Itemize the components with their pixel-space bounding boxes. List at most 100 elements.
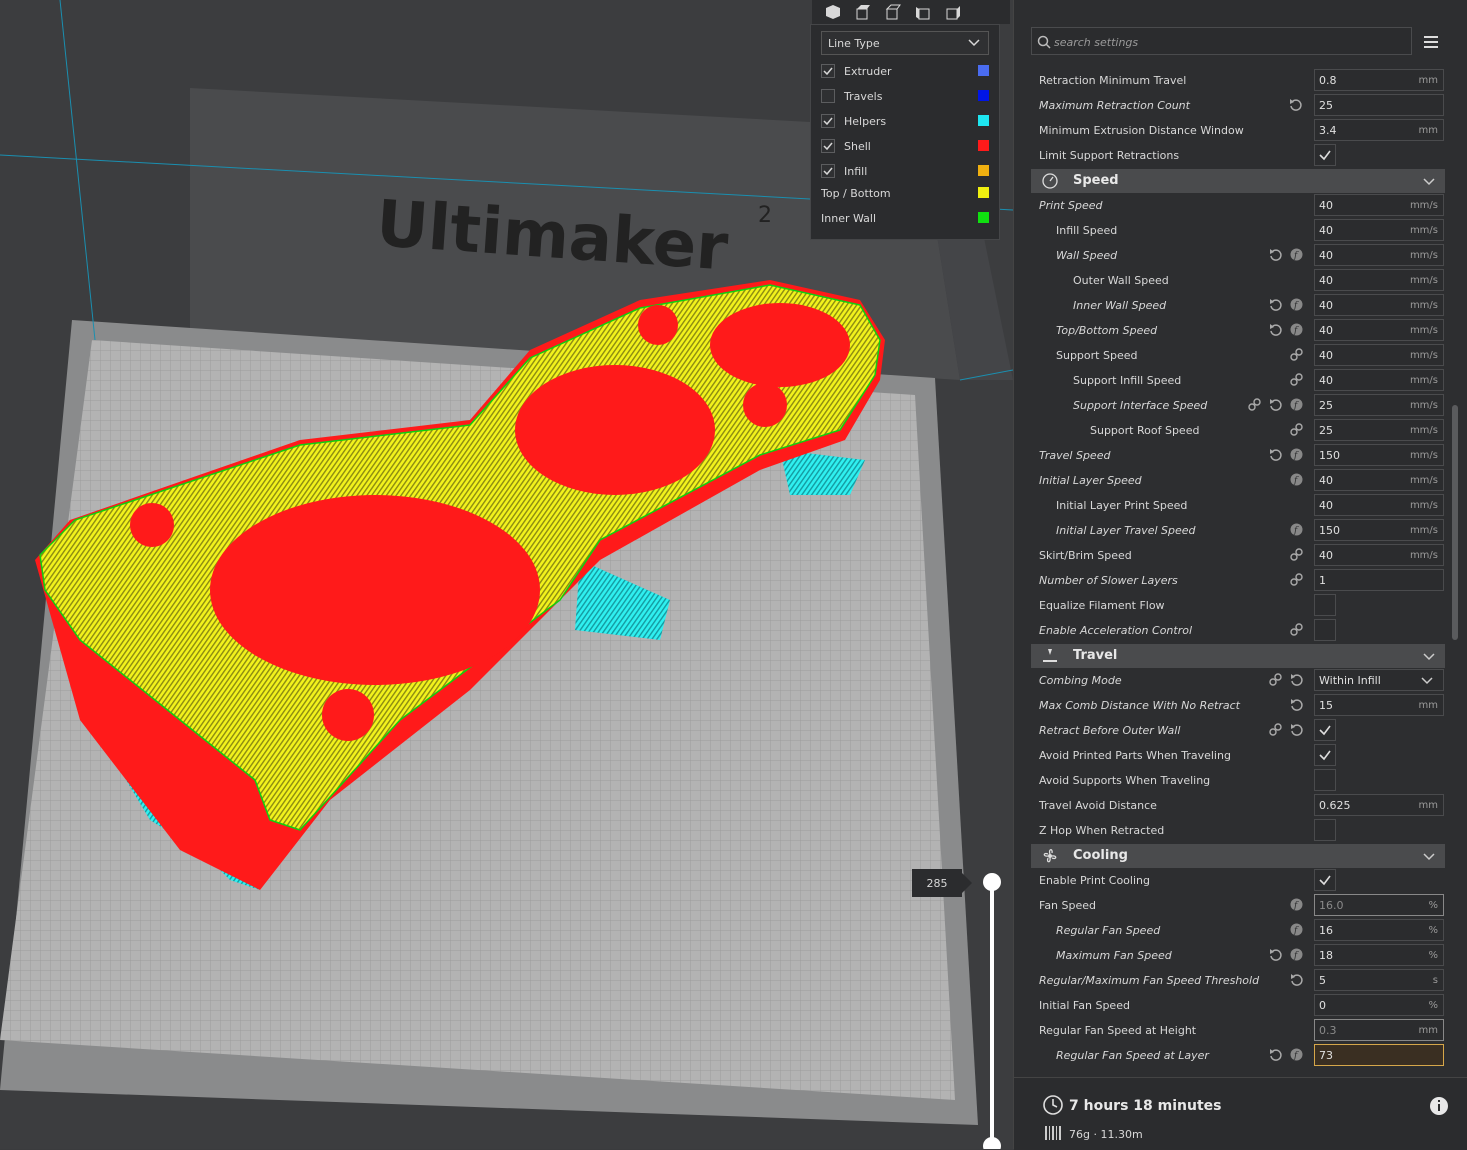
- link-icon[interactable]: [1290, 573, 1303, 589]
- avoid-supports-checkbox[interactable]: [1314, 769, 1336, 791]
- legend-item-helpers[interactable]: Helpers: [821, 111, 991, 131]
- min-extrusion-window-field[interactable]: 3.4 mm: [1314, 119, 1444, 141]
- support-roof-speed-field[interactable]: 25 mm/s: [1314, 419, 1444, 441]
- initial-layer-travel-speed-field[interactable]: 150 mm/s: [1314, 519, 1444, 541]
- left-view-icon[interactable]: [912, 2, 934, 22]
- function-icon[interactable]: f: [1290, 398, 1303, 414]
- function-icon[interactable]: f: [1290, 523, 1303, 539]
- support-interface-speed-field[interactable]: 25 mm/s: [1314, 394, 1444, 416]
- reset-icon[interactable]: [1269, 948, 1282, 964]
- checkbox-unchecked[interactable]: [821, 89, 835, 103]
- checkbox-checked[interactable]: [821, 64, 835, 78]
- link-icon[interactable]: [1290, 623, 1303, 639]
- outer-wall-speed-field[interactable]: 40 mm/s: [1314, 269, 1444, 291]
- reset-icon[interactable]: [1269, 398, 1282, 414]
- equalize-flow-checkbox[interactable]: [1314, 594, 1336, 616]
- function-icon[interactable]: f: [1290, 923, 1303, 939]
- max-fan-speed-field[interactable]: 18%: [1314, 944, 1444, 966]
- link-icon[interactable]: [1290, 423, 1303, 439]
- legend-item-extruder[interactable]: Extruder: [821, 61, 991, 81]
- legend-item-travels[interactable]: Travels: [821, 86, 991, 106]
- reset-icon[interactable]: [1290, 723, 1303, 739]
- initial-fan-speed-field[interactable]: 0%: [1314, 994, 1444, 1016]
- right-view-icon[interactable]: [942, 2, 964, 22]
- reset-icon[interactable]: [1290, 673, 1303, 689]
- skirt-brim-speed-field[interactable]: 40 mm/s: [1314, 544, 1444, 566]
- infill-speed-field[interactable]: 40 mm/s: [1314, 219, 1444, 241]
- line-type-dropdown[interactable]: Line Type: [821, 31, 989, 55]
- support-infill-speed-field[interactable]: 40 mm/s: [1314, 369, 1444, 391]
- top-view-icon[interactable]: [882, 2, 904, 22]
- reset-icon[interactable]: [1269, 323, 1282, 339]
- reset-icon[interactable]: [1269, 298, 1282, 314]
- function-icon[interactable]: f: [1290, 298, 1303, 314]
- reset-icon[interactable]: [1289, 98, 1302, 114]
- function-icon[interactable]: f: [1290, 323, 1303, 339]
- layer-slider-handle-bottom[interactable]: [983, 1137, 1001, 1149]
- 3d-viewport[interactable]: Ultimaker 2 Line Type Extruder Travels H…: [0, 0, 1013, 1149]
- avoid-printed-checkbox[interactable]: [1314, 744, 1336, 766]
- function-icon[interactable]: f: [1290, 248, 1303, 264]
- section-cooling[interactable]: Cooling: [1031, 844, 1445, 868]
- settings-menu-icon[interactable]: [1424, 33, 1438, 52]
- fan-threshold-field[interactable]: 5s: [1314, 969, 1444, 991]
- reset-icon[interactable]: [1269, 1048, 1282, 1064]
- settings-scrollbar[interactable]: [1452, 405, 1458, 640]
- max-comb-distance-field[interactable]: 15 mm: [1314, 694, 1444, 716]
- travel-avoid-distance-field[interactable]: 0.625 mm: [1314, 794, 1444, 816]
- setting-label: Equalize Filament Flow: [1039, 599, 1165, 612]
- enable-cooling-checkbox[interactable]: [1314, 869, 1336, 891]
- legend-item-shell[interactable]: Shell: [821, 136, 991, 156]
- function-icon[interactable]: f: [1290, 448, 1303, 464]
- link-icon[interactable]: [1290, 348, 1303, 364]
- reset-icon[interactable]: [1290, 973, 1303, 989]
- top-bottom-speed-field[interactable]: 40 mm/s: [1314, 319, 1444, 341]
- fan-speed-field[interactable]: 16.0%: [1314, 894, 1444, 916]
- accel-control-checkbox[interactable]: [1314, 619, 1336, 641]
- layer-slider-track[interactable]: [990, 882, 994, 1149]
- 3d-view-icon[interactable]: [822, 2, 844, 22]
- limit-support-retractions-checkbox[interactable]: [1314, 144, 1336, 166]
- info-icon[interactable]: [1429, 1096, 1449, 1120]
- section-travel[interactable]: Travel: [1031, 644, 1445, 668]
- fan-speed-height-field[interactable]: 0.3 mm: [1314, 1019, 1444, 1041]
- link-icon[interactable]: [1269, 723, 1282, 739]
- search-input[interactable]: search settings: [1031, 27, 1412, 55]
- link-icon[interactable]: [1290, 548, 1303, 564]
- inner-wall-speed-field[interactable]: 40 mm/s: [1314, 294, 1444, 316]
- reset-icon[interactable]: [1290, 698, 1303, 714]
- checkbox-checked[interactable]: [821, 139, 835, 153]
- combing-mode-dropdown[interactable]: Within Infill: [1314, 669, 1444, 691]
- section-speed[interactable]: Speed: [1031, 169, 1445, 193]
- initial-layer-speed-field[interactable]: 40 mm/s: [1314, 469, 1444, 491]
- reset-icon[interactable]: [1269, 448, 1282, 464]
- layer-slider-handle[interactable]: [983, 873, 1001, 891]
- support-speed-field[interactable]: 40 mm/s: [1314, 344, 1444, 366]
- number-slower-layers-field[interactable]: 1: [1314, 569, 1444, 591]
- function-icon[interactable]: f: [1290, 948, 1303, 964]
- link-icon[interactable]: [1290, 373, 1303, 389]
- link-icon[interactable]: [1269, 673, 1282, 689]
- reset-icon[interactable]: [1269, 248, 1282, 264]
- max-retraction-count-field[interactable]: 25: [1314, 94, 1444, 116]
- setting-label: Initial Layer Travel Speed: [1056, 524, 1196, 537]
- checkbox-checked[interactable]: [821, 164, 835, 178]
- wall-speed-field[interactable]: 40 mm/s: [1314, 244, 1444, 266]
- medium-cavity: [515, 365, 715, 495]
- retraction-min-travel-field[interactable]: 0.8 mm: [1314, 69, 1444, 91]
- setting-label: Inner Wall Speed: [1073, 299, 1167, 312]
- link-icon[interactable]: [1248, 398, 1261, 414]
- function-icon[interactable]: f: [1290, 898, 1303, 914]
- regular-fan-speed-field[interactable]: 16%: [1314, 919, 1444, 941]
- front-view-icon[interactable]: [852, 2, 874, 22]
- fan-speed-layer-field[interactable]: 73: [1314, 1044, 1444, 1066]
- z-hop-checkbox[interactable]: [1314, 819, 1336, 841]
- initial-layer-print-speed-field[interactable]: 40 mm/s: [1314, 494, 1444, 516]
- retract-before-outer-checkbox[interactable]: [1314, 719, 1336, 741]
- function-icon[interactable]: f: [1290, 473, 1303, 489]
- function-icon[interactable]: f: [1290, 1048, 1303, 1064]
- travel-speed-field[interactable]: 150 mm/s: [1314, 444, 1444, 466]
- legend-item-infill[interactable]: Infill: [821, 161, 991, 181]
- checkbox-checked[interactable]: [821, 114, 835, 128]
- print-speed-field[interactable]: 40 mm/s: [1314, 194, 1444, 216]
